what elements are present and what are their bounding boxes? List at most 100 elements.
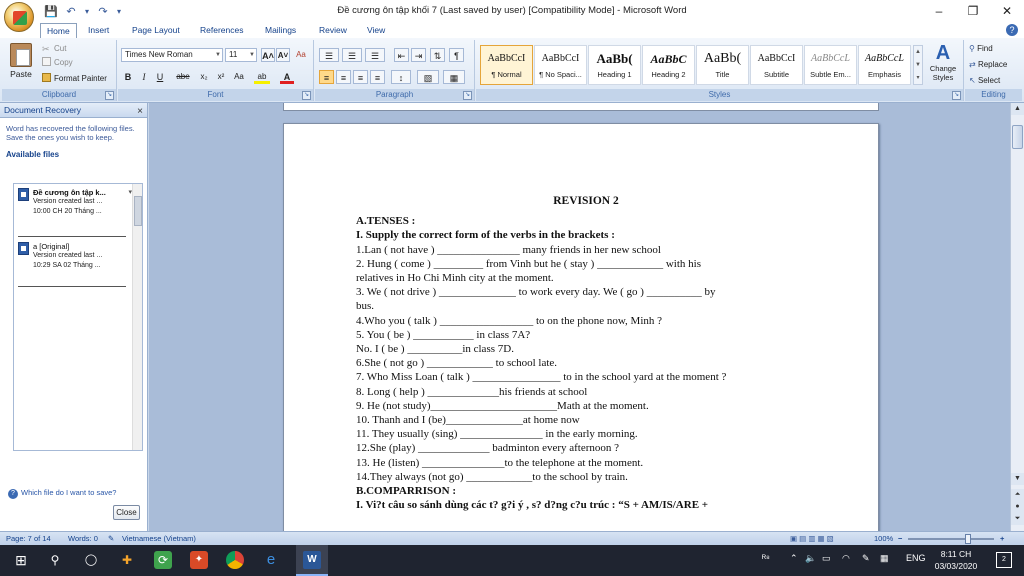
recovery-file-item[interactable]: a [Original] Version created last ... 10…	[18, 242, 126, 271]
change-styles-button[interactable]: A Change Styles	[925, 42, 961, 87]
style-title[interactable]: AaBb( Title	[696, 45, 749, 85]
show-marks-button[interactable]: ¶	[449, 48, 464, 62]
style-no-spacing[interactable]: AaBbCcI ¶ No Spaci...	[534, 45, 587, 85]
strikethrough-button[interactable]: abe	[174, 70, 192, 84]
font-size-select[interactable]: 11 ▼	[225, 48, 257, 62]
underline-button[interactable]: U	[154, 70, 166, 84]
zoom-out-button[interactable]: −	[898, 532, 902, 545]
page-count[interactable]: Page: 7 of 14	[6, 532, 51, 545]
style-normal[interactable]: AaBbCcI ¶ Normal	[480, 45, 533, 85]
justify-button[interactable]: ≡	[370, 70, 385, 84]
scroll-down-icon[interactable]: ▼	[1011, 473, 1024, 485]
language[interactable]: Vietnamese (Vietnam)	[122, 532, 196, 545]
recovery-close-button[interactable]: Close	[113, 505, 140, 520]
close-icon[interactable]: ×	[137, 104, 143, 119]
style-emphasis[interactable]: AaBbCcL Emphasis	[858, 45, 911, 85]
help-icon[interactable]: ?	[1006, 24, 1018, 36]
shield-app-icon[interactable]: ✦	[190, 551, 208, 569]
grow-font-button[interactable]: A˄	[261, 48, 275, 62]
style-subtle-emphasis[interactable]: AaBbCcL Subtle Em...	[804, 45, 857, 85]
align-left-button[interactable]: ≡	[319, 70, 334, 84]
green-app-icon[interactable]: ⟳	[154, 551, 172, 569]
people-icon[interactable]: ᴿ⁸	[762, 553, 770, 563]
notifications-icon[interactable]: 2	[996, 552, 1012, 568]
word-taskbar-button[interactable]: W	[296, 545, 328, 576]
word-count[interactable]: Words: 0	[68, 532, 98, 545]
cut-button[interactable]: ✂ Cut	[42, 42, 66, 55]
align-center-button[interactable]: ≡	[336, 70, 351, 84]
shading-button[interactable]: ▧	[417, 70, 439, 84]
tab-page-layout[interactable]: Page Layout	[126, 23, 186, 38]
tab-mailings[interactable]: Mailings	[259, 23, 302, 38]
close-button[interactable]: ✕	[990, 0, 1024, 22]
sort-button[interactable]: ⇅	[430, 48, 445, 62]
keyboard-icon[interactable]: ▦	[880, 553, 889, 564]
zoom-in-button[interactable]: +	[1000, 532, 1004, 545]
wifi-icon[interactable]: ◠	[842, 553, 850, 564]
tab-home[interactable]: Home	[40, 23, 77, 38]
borders-button[interactable]: ▦	[443, 70, 465, 84]
volume-icon[interactable]: 🔈	[805, 553, 816, 564]
battery-icon[interactable]: ▭	[822, 553, 831, 564]
copy-button[interactable]: Copy	[42, 56, 73, 69]
align-right-button[interactable]: ≡	[353, 70, 368, 84]
zoom-slider-handle[interactable]	[965, 534, 971, 544]
windows-start-icon[interactable]: ⊞	[12, 551, 30, 569]
bold-button[interactable]: B	[122, 70, 134, 84]
italic-button[interactable]: I	[138, 70, 150, 84]
scroll-up-icon[interactable]: ▲	[1011, 103, 1024, 115]
font-color-button[interactable]: A	[280, 70, 294, 84]
pen-icon[interactable]: ✎	[862, 553, 870, 564]
vertical-scrollbar[interactable]: ▲ ▼ ⏶ ● ⏷	[1010, 103, 1024, 531]
multilevel-list-button[interactable]: ☰	[365, 48, 385, 62]
highlight-button[interactable]: ab	[254, 70, 270, 84]
scrollbar-thumb[interactable]	[134, 196, 142, 226]
paragraph-launcher-icon[interactable]: ↘	[463, 91, 472, 100]
tab-insert[interactable]: Insert	[82, 23, 115, 38]
input-language[interactable]: ENG	[906, 553, 926, 563]
edge-icon[interactable]: e	[262, 551, 280, 569]
superscript-button[interactable]: x²	[214, 70, 228, 84]
style-heading-2[interactable]: AaBbC Heading 2	[642, 45, 695, 85]
zoom-level[interactable]: 100%	[874, 532, 893, 545]
office-button[interactable]	[4, 2, 34, 32]
minimize-button[interactable]: –	[922, 0, 956, 22]
clipboard-launcher-icon[interactable]: ↘	[105, 91, 114, 100]
view-buttons[interactable]: ▣ ▤ ▥ ▦ ▧	[790, 532, 834, 545]
proofing-icon[interactable]: ✎	[108, 532, 114, 545]
zoom-slider[interactable]	[908, 538, 994, 540]
clear-formatting-button[interactable]: Aa	[293, 48, 309, 62]
style-subtitle[interactable]: AaBbCcI Subtitle	[750, 45, 803, 85]
maximize-button[interactable]: ❐	[956, 0, 990, 22]
format-painter-button[interactable]: Format Painter	[42, 72, 107, 85]
select-button[interactable]: ↖ Select	[969, 74, 1000, 88]
clock[interactable]: 8:11 CH 03/03/2020	[930, 548, 982, 572]
cortana-icon[interactable]: ◯	[82, 551, 100, 569]
recovery-file-item[interactable]: Đề cương ôn tập k... Version created las…	[18, 188, 132, 217]
document-page[interactable]: REVISION 2 A.TENSES : I. Supply the corr…	[283, 123, 879, 531]
bullets-button[interactable]: ☰	[319, 48, 339, 62]
tab-view[interactable]: View	[361, 23, 391, 38]
shrink-font-button[interactable]: A˅	[276, 48, 290, 62]
paste-button[interactable]: Paste	[6, 43, 36, 87]
font-family-select[interactable]: Times New Roman ▼	[121, 48, 223, 62]
app-colorful-icon[interactable]: ✚	[118, 551, 136, 569]
chrome-icon[interactable]	[226, 551, 244, 569]
decrease-indent-button[interactable]: ⇤	[394, 48, 409, 62]
previous-page-icon[interactable]: ⏶	[1011, 489, 1024, 501]
which-file-help-link[interactable]: ? Which file do I want to save?	[8, 488, 116, 499]
increase-indent-button[interactable]: ⇥	[411, 48, 426, 62]
line-spacing-button[interactable]: ↕	[391, 70, 411, 84]
find-button[interactable]: ⚲ Find	[969, 42, 993, 56]
tab-references[interactable]: References	[194, 23, 249, 38]
scrollbar-thumb[interactable]	[1012, 125, 1023, 149]
numbering-button[interactable]: ☰	[342, 48, 362, 62]
replace-button[interactable]: ⇄ Replace	[969, 58, 1007, 72]
tab-review[interactable]: Review	[313, 23, 353, 38]
chevron-up-icon[interactable]: ⌃	[790, 553, 798, 564]
font-launcher-icon[interactable]: ↘	[302, 91, 311, 100]
search-icon[interactable]: ⚲	[46, 551, 64, 569]
document-body[interactable]: REVISION 2 A.TENSES : I. Supply the corr…	[356, 194, 816, 512]
styles-scroll-control[interactable]: ▲ ▼ ▾	[913, 45, 923, 85]
style-heading-1[interactable]: AaBb( Heading 1	[588, 45, 641, 85]
